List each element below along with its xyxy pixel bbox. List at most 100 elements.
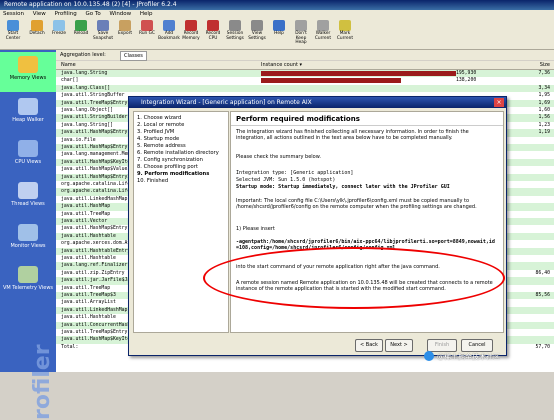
- next-button[interactable]: Next >: [385, 339, 413, 352]
- export-button[interactable]: Export: [114, 20, 136, 47]
- help-label: Help: [274, 31, 284, 36]
- session-settings-label: Session Settings: [226, 31, 244, 41]
- cpu-views-icon: [18, 140, 38, 157]
- dont-keep-heap-label: Don't Keep Heap: [295, 31, 307, 46]
- sidebar-item-thread-views[interactable]: Thread Views: [0, 178, 56, 218]
- menu-view[interactable]: View: [33, 11, 46, 17]
- row-size: 7,36: [538, 71, 550, 76]
- run-gc-label: Run GC: [139, 31, 155, 36]
- toolbar: Start Center Detach Freeze Reload Save S…: [0, 18, 554, 50]
- row-class-name: java.lang.Class[]: [61, 85, 111, 91]
- add-bookmark-button[interactable]: Add Bookmark: [158, 20, 180, 47]
- wizard-step: 7. Config synchronization: [137, 157, 203, 163]
- mark-current-label: Mark Current: [336, 31, 354, 41]
- freeze-button[interactable]: Freeze: [48, 20, 70, 47]
- row-class-name: java.util.HashMap$Entry: [61, 130, 128, 136]
- row-class-name: java.util.zip.ZipEntry: [61, 270, 125, 276]
- dont-keep-heap-button[interactable]: Don't Keep Heap: [290, 20, 312, 47]
- wizard-step: 10. Finished: [137, 178, 169, 184]
- check-text: Please check the summary below.: [236, 154, 321, 160]
- sidebar-item-cpu-views[interactable]: CPU Views: [0, 136, 56, 176]
- save-snapshot-label: Save Snapshot: [92, 31, 114, 41]
- record-memory-button[interactable]: Record Memory: [180, 20, 202, 47]
- sidebar-item-memory-views[interactable]: Memory Views: [0, 52, 56, 92]
- column-size[interactable]: Size: [540, 61, 550, 69]
- finish-button[interactable]: Finish: [427, 339, 457, 352]
- sidebar-item-heap-walker[interactable]: Heap Walker: [0, 94, 56, 134]
- freeze-label: Freeze: [51, 31, 67, 36]
- add-bookmark-label: Add Bookmark: [158, 31, 180, 41]
- detach-button[interactable]: Detach: [26, 20, 48, 47]
- walker-current-label: Walker Current: [314, 31, 332, 41]
- wizard-step-current: 9. Perform modifications: [137, 171, 210, 177]
- column-name[interactable]: Name: [61, 61, 76, 69]
- column-instance-count[interactable]: Instance count ▾: [261, 61, 302, 69]
- reload-button[interactable]: Reload: [70, 20, 92, 47]
- row-size: 57,70: [535, 344, 550, 350]
- sidebar-item-label: Thread Views: [11, 201, 45, 207]
- row-class-name: java.util.TreeMap$Entry: [61, 330, 128, 335]
- wizard-step: 1. Choose wizard: [137, 115, 182, 121]
- aggregation-select[interactable]: Classes: [120, 51, 147, 61]
- menu-help[interactable]: Help: [140, 11, 153, 17]
- sidebar-item-label: Monitor Views: [10, 243, 46, 249]
- row-class-name: java.lang.Object[]: [61, 108, 113, 113]
- run-gc-button[interactable]: Run GC: [136, 20, 158, 47]
- cancel-button[interactable]: Cancel: [461, 339, 493, 352]
- record-memory-label: Record Memory: [182, 31, 200, 41]
- row-size: 86,40: [535, 270, 550, 276]
- table-row[interactable]: java.lang.Class[] 3,34: [56, 84, 554, 93]
- menu-profiling[interactable]: Profiling: [55, 11, 77, 17]
- watermark-logo-icon: [424, 351, 434, 361]
- back-button[interactable]: < Back: [355, 339, 383, 352]
- close-icon[interactable]: ×: [494, 98, 504, 107]
- window-title: Remote application on 10.0.135.48 (2) [4…: [0, 0, 554, 10]
- instance-count-bar: [261, 71, 456, 76]
- important-note: Important: The local config file C:\User…: [236, 198, 477, 211]
- table-row[interactable]: char[] 138,200: [56, 77, 554, 84]
- content-heading: Perform required modifications: [231, 112, 503, 126]
- row-size: 85,56: [535, 293, 550, 298]
- heap-walker-icon: [18, 98, 38, 115]
- heap-icon: [295, 20, 307, 31]
- instance-count-bar: [261, 78, 402, 84]
- table-row[interactable]: java.lang.String 195,930 7,36: [56, 70, 554, 78]
- view-settings-button[interactable]: View Settings: [246, 20, 268, 47]
- row-class-name: java.util.ArrayList: [61, 300, 116, 306]
- row-size: 1,60: [538, 108, 550, 113]
- wizard-step: 6. Remote installation directory: [137, 150, 219, 156]
- row-class-name: java.lang.ref.Finalizer: [61, 263, 128, 269]
- reload-icon: [75, 20, 87, 31]
- row-class-name: java.util.TreeMap$3: [61, 293, 116, 298]
- table-header: Name Instance count ▾ Size: [56, 61, 554, 70]
- save-snapshot-button[interactable]: Save Snapshot: [92, 20, 114, 47]
- row-class-name: java.util.Hashtable: [61, 256, 116, 261]
- bookmark-icon: [163, 20, 175, 31]
- walker-current-button[interactable]: Walker Current: [312, 20, 334, 47]
- view-settings-icon: [251, 20, 263, 31]
- wizard-step: 3. Profiled JVM: [137, 129, 175, 135]
- record-cpu-button[interactable]: Record CPU: [202, 20, 224, 47]
- help-button[interactable]: Help: [268, 20, 290, 47]
- row-class-name: java.util.TreeMap: [61, 285, 111, 291]
- row-instance-count: 138,200: [456, 78, 477, 84]
- menu-goto[interactable]: Go To: [86, 11, 101, 17]
- wizard-step: 2. Local or remote: [137, 122, 185, 128]
- row-class-name: java.util.LinkedHashMap: [61, 307, 128, 313]
- row-class-name: java.io.File: [61, 137, 96, 143]
- session-settings-button[interactable]: Session Settings: [224, 20, 246, 47]
- menu-session[interactable]: Session: [3, 11, 24, 17]
- start-center-label: Start Center: [5, 31, 21, 41]
- menu-window[interactable]: Window: [109, 11, 131, 17]
- sidebar-item-label: CPU Views: [14, 159, 42, 165]
- sidebar-item-monitor-views[interactable]: Monitor Views: [0, 220, 56, 260]
- gc-icon: [141, 20, 153, 31]
- summary-integration-type: Integration type: [Generic application]: [236, 170, 354, 176]
- sidebar-item-vm-telemetry[interactable]: VM Telemetry Views: [0, 262, 56, 302]
- freeze-icon: [53, 20, 65, 31]
- start-center-button[interactable]: Start Center: [2, 20, 24, 47]
- mark-current-button[interactable]: Mark Current: [334, 20, 356, 47]
- highlight-annotation: [203, 247, 505, 309]
- row-class-name: java.util.TreeMap$Entry: [61, 100, 128, 106]
- row-class-name: java.util.HashtableEntry: [61, 248, 131, 254]
